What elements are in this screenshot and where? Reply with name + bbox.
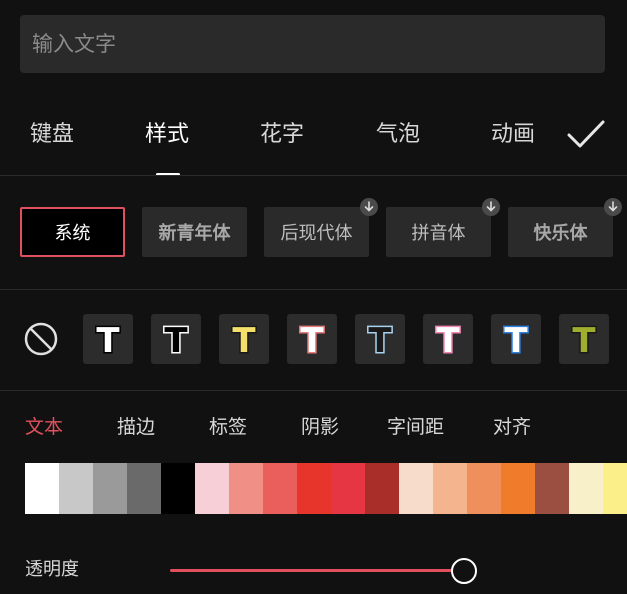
main-tabs: 键盘 样式 花字 气泡 动画 — [0, 105, 627, 176]
color-swatch[interactable] — [399, 463, 433, 514]
font-option-houxiandai[interactable]: 后现代体 — [264, 198, 378, 257]
color-swatch[interactable] — [535, 463, 569, 514]
divider — [0, 390, 627, 391]
color-swatch[interactable] — [59, 463, 93, 514]
font-option-kuaile[interactable]: 快乐体 — [508, 198, 622, 257]
preset-letter: T — [164, 321, 188, 361]
color-swatch[interactable] — [365, 463, 399, 514]
text-input[interactable] — [30, 31, 605, 57]
subtab-stroke[interactable]: 描边 — [117, 412, 155, 442]
style-preset[interactable]: T — [83, 314, 133, 364]
color-swatch[interactable] — [229, 463, 263, 514]
subtab-shadow[interactable]: 阴影 — [301, 412, 339, 442]
no-style-button[interactable] — [23, 321, 59, 357]
color-swatch[interactable] — [297, 463, 331, 514]
tab-style[interactable]: 样式 — [145, 117, 189, 153]
style-preset[interactable]: T — [151, 314, 201, 364]
opacity-slider-track[interactable] — [170, 569, 464, 572]
color-swatch[interactable] — [603, 463, 627, 514]
font-option-label: 新青年体 — [158, 223, 231, 244]
text-style-preview-icon: T — [571, 320, 598, 363]
style-preset[interactable]: T — [559, 314, 609, 364]
download-icon — [604, 198, 622, 216]
preset-letter: T — [368, 321, 392, 361]
tab-keyboard[interactable]: 键盘 — [30, 117, 74, 153]
preset-letter: T — [300, 321, 324, 361]
preset-letter: T — [436, 321, 460, 361]
subtab-letter-spacing[interactable]: 字间距 — [387, 412, 444, 442]
text-style-preview-icon: T — [367, 320, 394, 363]
text-style-preview-icon: T — [435, 320, 462, 363]
text-style-preview-icon: T — [299, 320, 326, 363]
color-swatch[interactable] — [433, 463, 467, 514]
subtab-label[interactable]: 标签 — [209, 412, 247, 442]
font-option-label: 后现代体 — [280, 223, 353, 244]
divider — [0, 289, 627, 290]
font-option-label: 拼音体 — [411, 223, 466, 244]
color-swatch[interactable] — [569, 463, 603, 514]
divider — [0, 175, 627, 176]
style-preset[interactable]: T — [491, 314, 541, 364]
subtab-text[interactable]: 文本 — [25, 412, 63, 442]
color-swatch[interactable] — [127, 463, 161, 514]
color-palette — [25, 463, 627, 514]
tab-animation[interactable]: 动画 — [491, 117, 535, 153]
text-style-preview-icon: T — [95, 320, 122, 363]
text-style-preview-icon: T — [231, 320, 258, 363]
color-swatch[interactable] — [93, 463, 127, 514]
opacity-slider-handle[interactable] — [451, 558, 477, 584]
color-swatch[interactable] — [263, 463, 297, 514]
font-option-label: 系统 — [54, 223, 91, 244]
style-preset[interactable]: T — [287, 314, 337, 364]
subtab-align[interactable]: 对齐 — [493, 412, 531, 442]
color-swatch[interactable] — [25, 463, 59, 514]
color-swatch[interactable] — [501, 463, 535, 514]
preset-letter: T — [572, 321, 596, 361]
font-option-pinyin[interactable]: 拼音体 — [386, 198, 500, 257]
text-style-preview-icon: T — [163, 320, 190, 363]
checkmark-icon — [567, 120, 605, 148]
opacity-label: 透明度 — [25, 559, 79, 580]
color-swatch[interactable] — [161, 463, 195, 514]
preset-letter: T — [504, 321, 528, 361]
font-option-system[interactable]: 系统 — [20, 207, 125, 257]
preset-letter: T — [96, 321, 120, 361]
no-style-icon — [24, 322, 58, 356]
color-swatch[interactable] — [331, 463, 365, 514]
confirm-button[interactable] — [566, 118, 606, 152]
color-swatch[interactable] — [467, 463, 501, 514]
font-option-label: 快乐体 — [533, 223, 588, 244]
download-icon — [360, 198, 378, 216]
color-swatch[interactable] — [195, 463, 229, 514]
style-preset[interactable]: T — [219, 314, 269, 364]
preset-letter: T — [232, 321, 256, 361]
text-style-preview-icon: T — [503, 320, 530, 363]
text-input-container[interactable] — [20, 15, 605, 73]
font-option-xinqingnian[interactable]: 新青年体 — [142, 207, 247, 257]
style-preset[interactable]: T — [355, 314, 405, 364]
tab-bubble[interactable]: 气泡 — [376, 117, 420, 153]
download-icon — [482, 198, 500, 216]
style-preset[interactable]: T — [423, 314, 473, 364]
tab-fancy-text[interactable]: 花字 — [260, 117, 304, 153]
